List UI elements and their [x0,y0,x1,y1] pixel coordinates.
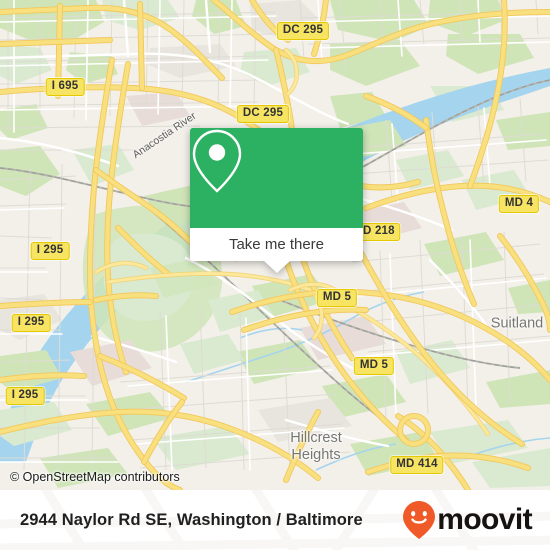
moovit-logo: moovit [402,500,533,540]
road-shield-i-695[interactable]: I 695 [45,78,85,96]
road-shield-md-5[interactable]: MD 5 [316,289,358,307]
bottom-info-bar: 2944 Naylor Rd SE, Washington / Baltimor… [0,490,550,550]
place-label-line: Suitland [490,315,544,332]
location-callout-card[interactable]: Take me there [190,128,363,273]
road-shield-dc-295-2[interactable]: DC 295 [236,105,290,123]
road-shield-dc-295[interactable]: DC 295 [276,22,330,40]
road-shield-md-4[interactable]: MD 4 [498,195,540,213]
address-text: 2944 Naylor Rd SE, Washington / Baltimor… [20,510,363,529]
place-label-suitland: Suitland [491,316,543,333]
road-shield-i-295[interactable]: I 295 [30,242,70,260]
osm-attribution[interactable]: © OpenStreetMap contributors [10,470,180,484]
screenshot-root: .lu-green{fill:#cfe5b8;} .lu-green2{fill… [0,0,550,550]
place-label-line: Hillcrest [290,430,342,446]
take-me-there-label: Take me there [228,236,325,253]
take-me-there-button[interactable]: Take me there [190,228,363,261]
moovit-pin-smile-icon [403,501,436,539]
callout-pin-panel [190,128,363,228]
callout-pointer [263,261,290,273]
road-shield-i-295-2[interactable]: I 295 [11,314,51,332]
road-shield-md-414[interactable]: MD 414 [390,456,444,474]
moovit-wordmark: moovit [437,503,532,536]
map-pin-icon [192,129,242,193]
map-canvas[interactable]: .lu-green{fill:#cfe5b8;} .lu-green2{fill… [0,0,550,490]
place-label-hillcrest-heights: Hillcrest Heights [290,430,342,464]
place-label-line: Heights [291,447,341,463]
road-shield-md-5-2[interactable]: MD 5 [353,357,395,375]
road-shield-i-295-3[interactable]: I 295 [5,387,45,405]
